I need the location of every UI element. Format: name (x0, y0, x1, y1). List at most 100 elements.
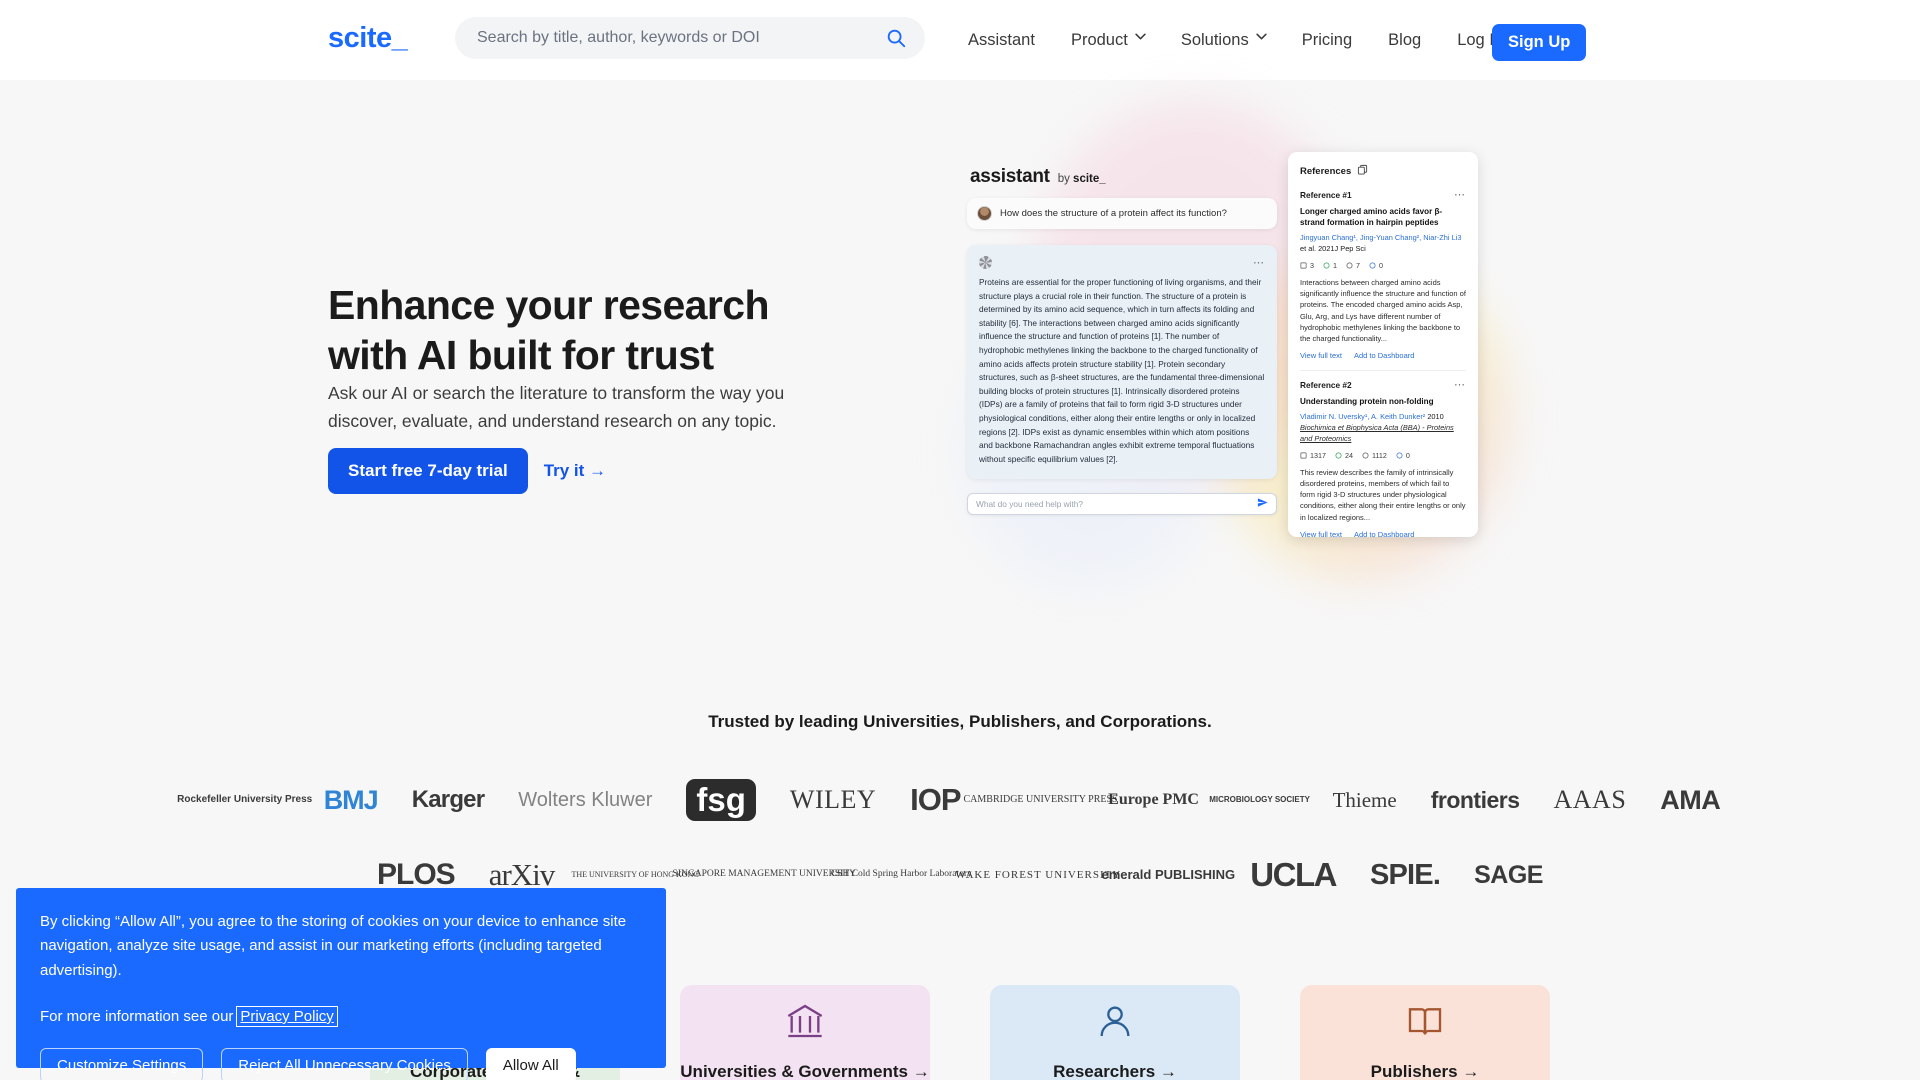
reference-authors: Jingyuan Chang¹, Jing-Yuan Chang², Niar-… (1300, 233, 1466, 254)
reference-stats: 3 1 7 0 (1300, 261, 1466, 270)
stat-value: 0 (1405, 450, 1410, 460)
nav-label: Assistant (968, 30, 1035, 49)
reference-title[interactable]: Longer charged amino acids favor β-stran… (1300, 206, 1466, 228)
hero-title: Enhance your research with AI built for … (328, 280, 888, 380)
reference-item: Reference #2 ⋯ Understanding protein non… (1300, 380, 1466, 537)
card-researchers[interactable]: Researchers → (990, 985, 1240, 1080)
avatar (977, 206, 992, 221)
nav-label: Blog (1388, 30, 1422, 49)
assistant-chat-input[interactable]: What do you need help with? (967, 493, 1277, 516)
more-options-icon[interactable]: ⋯ (1454, 190, 1466, 201)
search-bar[interactable] (455, 17, 925, 59)
stat-value: 1 (1333, 260, 1337, 270)
logo-sage: SAGE (1474, 860, 1543, 889)
assistant-title: assistant (970, 166, 1050, 187)
stat-contrasting: 0 (1369, 261, 1383, 270)
logo-thieme: Thieme (1332, 787, 1397, 812)
logo-spie: SPIE. (1369, 858, 1441, 891)
stat-mentioning: 7 (1346, 261, 1360, 270)
copy-icon[interactable] (1357, 162, 1368, 180)
add-to-dashboard-link[interactable]: Add to Dashboard (1354, 530, 1414, 537)
stat-supporting: 24 (1335, 451, 1353, 460)
reference-author-links[interactable]: Vladimir N. Uversky¹, A. Keith Dunker² (1300, 412, 1425, 421)
reference-stats: 1317 24 1112 0 (1300, 451, 1466, 460)
add-to-dashboard-link[interactable]: Add to Dashboard (1354, 351, 1414, 360)
card-label: Publishers → (1370, 1062, 1480, 1080)
assistant-byline: by scite_ (1058, 173, 1106, 185)
references-header: References (1300, 162, 1466, 180)
hero-title-line2: with AI built for trust (328, 332, 714, 379)
references-panel: References Reference #1 ⋯ Longer charged… (1288, 152, 1478, 537)
view-full-text-link[interactable]: View full text (1300, 530, 1342, 537)
stat-value: 24 (1345, 450, 1353, 460)
reference-abstract: Interactions between charged amino acids… (1300, 277, 1466, 344)
nav-label: Product (1070, 30, 1128, 49)
send-icon[interactable] (1257, 495, 1268, 513)
logo-aaas: AAAS (1553, 785, 1627, 814)
logo-hku: THE UNIVERSITY OF HONG KONG (571, 870, 700, 880)
reference-year: 2010 (1425, 412, 1444, 422)
hero-illustration: assistant by scite_ How does the structu… (880, 60, 1520, 600)
customize-settings-button[interactable]: Customize Settings (40, 1047, 204, 1080)
sign-up-button[interactable]: Sign Up (1492, 24, 1587, 61)
references-title: References (1300, 165, 1352, 177)
reference-journal[interactable]: Biochimica et Biophysica Acta (BBA) - Pr… (1300, 423, 1454, 443)
scite-logo[interactable]: scite_ (328, 22, 408, 55)
nav-label: Pricing (1301, 30, 1353, 49)
page-root: scite_ Assistant Product (0, 0, 1920, 1080)
reference-abstract: This review describes the family of intr… (1300, 467, 1466, 522)
reference-item: Reference #1 ⋯ Longer charged amino acid… (1300, 190, 1466, 361)
card-label: Universities & Governments → (680, 1062, 930, 1080)
more-options-icon[interactable]: ⋯ (1454, 380, 1466, 391)
reference-item-header: Reference #2 ⋯ (1300, 380, 1466, 391)
search-icon[interactable] (885, 27, 907, 49)
assistant-chat-panel: How does the structure of a protein affe… (967, 198, 1277, 516)
view-full-text-link[interactable]: View full text (1300, 351, 1342, 360)
user-message-bubble: How does the structure of a protein affe… (967, 198, 1277, 229)
start-free-trial-button[interactable]: Start free 7-day trial (328, 448, 528, 494)
allow-all-cookies-button[interactable]: Allow All (485, 1047, 576, 1080)
logo-karger: Karger (411, 786, 485, 813)
logo-plos: PLOS (377, 858, 456, 891)
stat-value: 3 (1310, 260, 1314, 270)
reject-all-cookies-button[interactable]: Reject All Unnecessary Cookies (221, 1047, 468, 1080)
card-universities-governments[interactable]: Universities & Governments → (680, 985, 930, 1080)
hero-cta-row: Start free 7-day trial Try it → (328, 448, 606, 494)
logo-ucla: UCLA (1250, 856, 1337, 893)
logo-smu: SINGAPORE MANAGEMENT UNIVERSITY (672, 869, 857, 880)
cookie-banner-text: By clicking “Allow All”, you agree to th… (40, 913, 627, 979)
reference-author-links[interactable]: Jingyuan Chang¹, Jing-Yuan Chang², Niar-… (1300, 233, 1461, 242)
logo-microbiology-society: MICROBIOLOGY SOCIETY (1209, 795, 1310, 805)
stat-value: 0 (1379, 260, 1383, 270)
ai-bubble-header: ⋯ (979, 256, 1265, 269)
more-options-icon[interactable]: ⋯ (1253, 257, 1265, 268)
reference-meta: et al. 2021J Pep Sci (1300, 244, 1366, 254)
divider (1300, 370, 1466, 372)
hero-title-line1: Enhance your research (328, 282, 769, 328)
logo-wake-forest: WAKE FOREST UNIVERSITY (955, 868, 1122, 881)
chat-input-placeholder: What do you need help with? (976, 499, 1084, 510)
reference-title[interactable]: Understanding protein non-folding (1300, 396, 1466, 407)
try-it-link[interactable]: Try it → (544, 461, 606, 481)
logo-wolters-kluwer: Wolters Kluwer (518, 788, 653, 811)
trusted-heading: Trusted by leading Universities, Publish… (708, 712, 1212, 731)
search-input[interactable] (455, 29, 855, 47)
stat-mentions: 3 (1300, 261, 1314, 270)
stat-contrasting: 0 (1396, 451, 1410, 460)
logo-cold-spring-harbor: CSH Cold Spring Harbor Laboratory (830, 869, 972, 880)
stat-value: 7 (1356, 260, 1360, 270)
logo-rockefeller: Rockefeller University Press (177, 794, 313, 806)
assistant-by-brand: scite_ (1073, 173, 1106, 185)
logo-cambridge-university-press: CAMBRIDGE UNIVERSITY PRESS (963, 794, 1118, 805)
nav-label: Solutions (1180, 30, 1249, 49)
scite-mark-icon (979, 256, 992, 269)
card-label: Researchers → (1053, 1062, 1177, 1080)
reference-actions: View full text Add to Dashboard (1300, 351, 1466, 360)
hero-subtitle: Ask our AI or search the literature to t… (328, 383, 785, 431)
chevron-down-icon (1256, 33, 1267, 43)
card-publishers[interactable]: Publishers → (1300, 985, 1550, 1080)
assistant-mock-header: assistant by scite_ (970, 166, 1106, 188)
ai-message-bubble: ⋯ Proteins are essential for the proper … (967, 245, 1277, 480)
logo-wiley: WILEY (789, 785, 877, 814)
privacy-policy-link[interactable]: Privacy Policy (236, 1005, 338, 1027)
